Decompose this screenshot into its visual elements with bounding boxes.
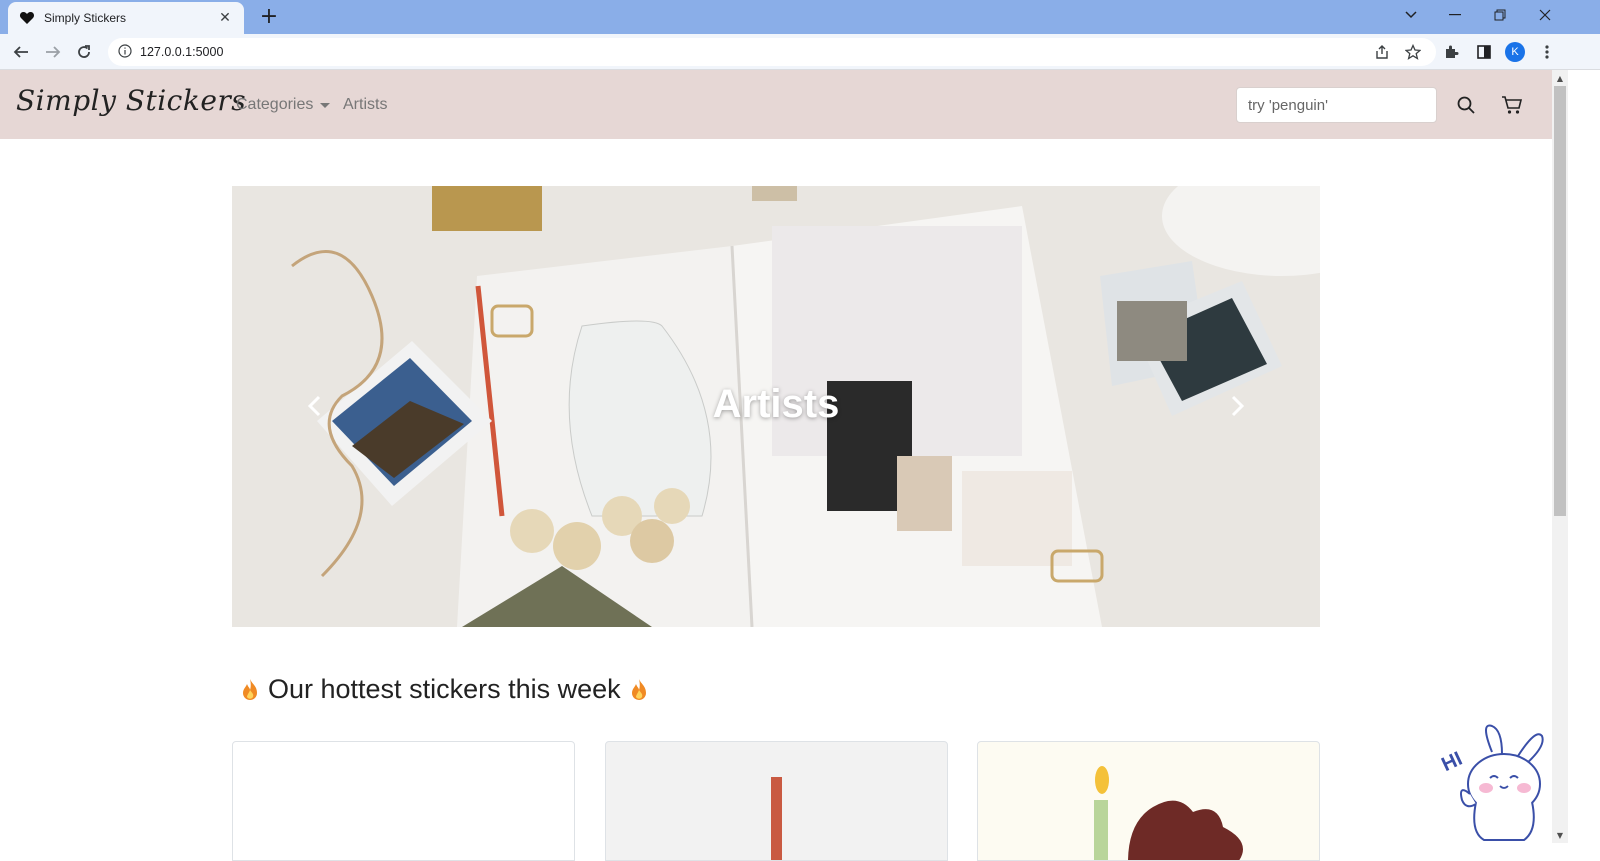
address-bar[interactable]: 127.0.0.1:5000 bbox=[108, 38, 1436, 66]
site-navbar: Simply Stickers Categories Artists bbox=[0, 70, 1552, 139]
profile-avatar[interactable]: K bbox=[1503, 40, 1527, 64]
cart-icon[interactable] bbox=[1499, 92, 1525, 118]
side-panel-icon[interactable] bbox=[1472, 40, 1496, 64]
heart-favicon-icon bbox=[18, 9, 36, 27]
bunny-mascot-icon[interactable]: HI bbox=[1440, 722, 1550, 846]
heading-text: Our hottest stickers this week bbox=[268, 674, 621, 704]
restore-button[interactable] bbox=[1477, 0, 1523, 30]
nav-categories-label: Categories bbox=[236, 96, 314, 113]
hero-carousel[interactable]: Artists bbox=[232, 186, 1320, 627]
carousel-caption: Artists bbox=[712, 382, 840, 426]
extensions-puzzle-icon[interactable] bbox=[1440, 40, 1464, 64]
url-text: 127.0.0.1:5000 bbox=[140, 45, 224, 59]
scroll-up-arrow-icon[interactable]: ▲ bbox=[1552, 70, 1568, 86]
profile-initial: K bbox=[1505, 42, 1525, 62]
product-image bbox=[771, 777, 782, 860]
nav-categories-dropdown[interactable]: Categories bbox=[236, 96, 331, 114]
browser-tab-bar: Simply Stickers ✕ + bbox=[0, 0, 1600, 34]
new-tab-button[interactable]: + bbox=[256, 5, 282, 31]
site-info-icon[interactable] bbox=[118, 43, 132, 62]
search-icon[interactable] bbox=[1453, 92, 1479, 118]
tab-search-chevron-icon[interactable] bbox=[1388, 0, 1434, 30]
minimize-button[interactable] bbox=[1432, 0, 1478, 30]
browser-tab[interactable]: Simply Stickers ✕ bbox=[8, 2, 244, 34]
fire-icon bbox=[243, 678, 257, 700]
scroll-down-arrow-icon[interactable]: ▼ bbox=[1552, 827, 1568, 843]
scrollbar-thumb[interactable] bbox=[1554, 86, 1566, 516]
brand-logo[interactable]: Simply Stickers bbox=[16, 84, 246, 117]
nav-artists-link[interactable]: Artists bbox=[343, 96, 387, 114]
search-input[interactable] bbox=[1236, 87, 1437, 123]
product-image bbox=[1094, 766, 1243, 860]
tab-title: Simply Stickers bbox=[44, 11, 127, 25]
product-card[interactable] bbox=[232, 741, 575, 861]
caret-down-icon bbox=[320, 102, 331, 108]
window-close-button[interactable] bbox=[1522, 0, 1568, 30]
tab-close-icon[interactable]: ✕ bbox=[216, 10, 234, 26]
browser-toolbar: 127.0.0.1:5000 K bbox=[0, 34, 1600, 70]
product-card[interactable] bbox=[977, 741, 1320, 861]
carousel-prev-chevron-icon[interactable] bbox=[302, 394, 326, 418]
share-icon[interactable] bbox=[1370, 40, 1394, 64]
fire-icon bbox=[631, 678, 646, 700]
forward-arrow-icon[interactable] bbox=[41, 40, 65, 64]
browser-menu-icon[interactable] bbox=[1535, 40, 1559, 64]
reload-icon[interactable] bbox=[72, 40, 96, 64]
svg-text:HI: HI bbox=[1440, 748, 1466, 776]
bookmark-star-icon[interactable] bbox=[1401, 40, 1425, 64]
back-arrow-icon[interactable] bbox=[9, 40, 33, 64]
product-card[interactable] bbox=[605, 741, 948, 861]
carousel-next-chevron-icon[interactable] bbox=[1226, 394, 1250, 418]
hottest-stickers-heading: Our hottest stickers this week bbox=[232, 674, 657, 705]
